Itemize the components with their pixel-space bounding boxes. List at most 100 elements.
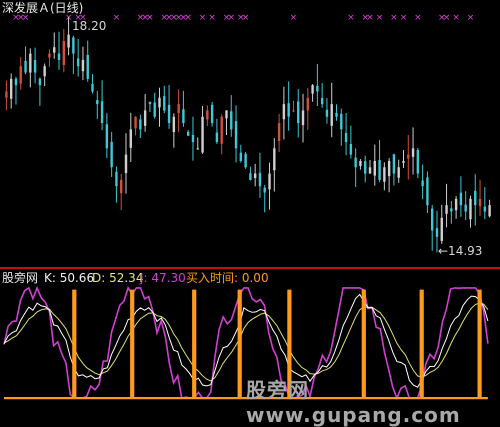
candle-body — [206, 110, 209, 120]
candle-body — [273, 148, 276, 171]
candle-body — [335, 112, 338, 117]
candle-body — [297, 101, 300, 124]
candle-body — [196, 148, 199, 150]
candle-body — [407, 154, 410, 159]
candle-body — [210, 104, 214, 124]
candle-body — [148, 101, 152, 105]
d-line — [3, 302, 489, 382]
candle-body — [320, 98, 324, 105]
candle-body — [57, 53, 61, 60]
candle-body — [239, 152, 243, 161]
candle-body — [9, 78, 13, 99]
candle-body — [139, 119, 142, 130]
candle-body — [76, 58, 80, 67]
candle-body — [230, 111, 233, 130]
candle-body — [488, 205, 491, 217]
signal-mark: × — [443, 13, 451, 23]
signal-mark: × — [242, 13, 250, 23]
candle-body — [201, 116, 204, 153]
chart-title: 深发展Ａ(日线) — [2, 1, 84, 15]
candle-body — [344, 133, 348, 142]
candle-body — [282, 104, 286, 120]
candle-body — [454, 198, 458, 211]
candle-body — [67, 34, 70, 48]
candle-body — [220, 116, 223, 144]
candle-body — [430, 208, 434, 231]
candle-body — [421, 180, 424, 187]
candle-body — [373, 160, 376, 176]
candle-body — [158, 97, 161, 108]
candle-body — [330, 104, 333, 126]
chart-canvas: ×××××××××××××××××××××××××××××××××× — [3, 13, 491, 401]
candle-body — [86, 54, 89, 79]
candle-body — [105, 124, 109, 149]
signal-mark: × — [184, 13, 192, 23]
candle-body — [225, 110, 228, 119]
signal-mark: × — [452, 13, 460, 23]
d-value: D: 52.34 — [92, 271, 144, 285]
candle-body — [450, 208, 453, 212]
candle-body — [48, 53, 51, 58]
candle-body — [364, 161, 367, 174]
candle-body — [177, 104, 180, 113]
candle-body — [402, 160, 405, 163]
candle-body — [153, 102, 156, 117]
candle-body — [234, 121, 238, 149]
candle-body — [143, 110, 147, 126]
candle-body — [115, 171, 118, 187]
candle-body — [411, 148, 415, 157]
candle-body — [81, 59, 85, 72]
high-price-label: 18.20 — [72, 19, 107, 33]
indicator-name: 股旁网 — [2, 271, 39, 285]
signal-mark: × — [290, 13, 298, 23]
candle-body — [191, 134, 195, 142]
candle-body — [311, 85, 314, 94]
candle-body — [263, 187, 266, 193]
candle-body — [416, 149, 420, 174]
candle-body — [340, 113, 343, 130]
candle-body — [277, 123, 281, 142]
candle-body — [387, 160, 391, 177]
candle-body — [378, 159, 381, 180]
candle-body — [383, 167, 386, 182]
signal-mark: × — [366, 13, 374, 23]
candle-body — [167, 104, 171, 124]
candle-body — [349, 143, 353, 155]
candle-body — [301, 110, 305, 126]
candle-body — [215, 132, 219, 142]
signal-mark: × — [390, 13, 398, 23]
candle-body — [435, 228, 439, 237]
candle-body — [120, 179, 123, 194]
candle-body — [163, 96, 166, 111]
candle-body — [464, 204, 467, 212]
candle-body — [474, 190, 477, 206]
candle-body — [29, 53, 32, 73]
candlestick-series — [5, 17, 491, 253]
candle-body — [459, 192, 463, 206]
signal-mark: × — [347, 13, 355, 23]
candle-body — [96, 100, 99, 105]
candle-body — [134, 116, 137, 129]
candle-body — [110, 141, 113, 168]
candle-body — [100, 101, 104, 124]
candle-body — [19, 66, 22, 84]
watermark: 股旁网 www.gupang.com — [246, 378, 461, 427]
signal-mark: × — [227, 13, 235, 23]
candle-body — [43, 66, 46, 77]
candle-body — [186, 131, 190, 136]
candle-body — [38, 78, 42, 86]
candle-body — [268, 173, 271, 190]
candle-body — [5, 91, 8, 98]
candle-body — [24, 60, 27, 73]
signal-mark: × — [208, 13, 216, 23]
signal-mark: × — [199, 13, 207, 23]
candle-body — [306, 97, 310, 111]
candle-body — [172, 116, 176, 133]
candle-body — [249, 173, 252, 180]
candle-body — [316, 85, 319, 92]
buy-time-value: 买入时间: 0.00 — [186, 271, 269, 285]
candle-body — [325, 109, 329, 117]
panel-separator — [0, 267, 500, 269]
candle-body — [182, 109, 185, 124]
candle-body — [426, 177, 429, 206]
